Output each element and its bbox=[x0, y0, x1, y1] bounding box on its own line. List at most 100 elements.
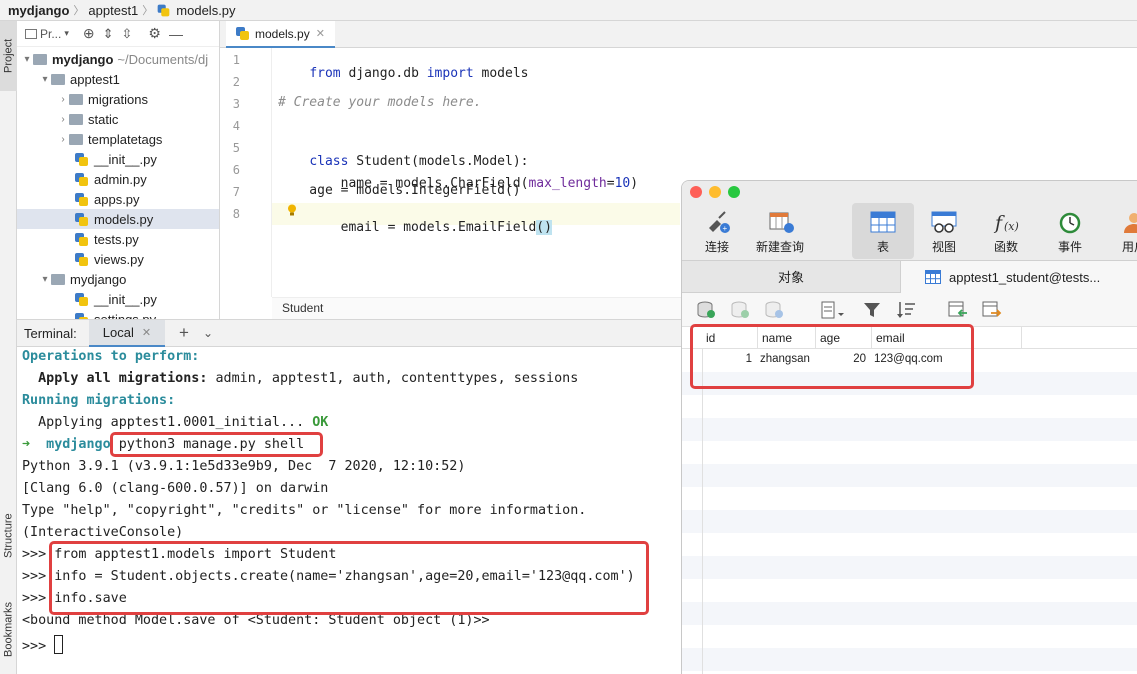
toolbar-button-function[interactable]: f (x) 函数 bbox=[978, 203, 1034, 259]
import-icon[interactable] bbox=[948, 301, 968, 319]
prompt-dir: mydjango bbox=[30, 437, 111, 452]
tree-item-label: tests.py bbox=[94, 231, 139, 247]
python-file-icon bbox=[75, 252, 88, 266]
tree-folder-item[interactable]: ▾ mydjango ~/Documents/dj bbox=[17, 49, 219, 69]
tree-file-item[interactable]: __init__.py bbox=[17, 289, 219, 309]
structure-breadcrumb[interactable]: Student bbox=[282, 301, 323, 315]
filter-icon[interactable] bbox=[862, 301, 882, 319]
table-row[interactable] bbox=[682, 464, 1137, 487]
project-view-selector[interactable]: Pr... ▾ bbox=[25, 27, 69, 41]
line-number: 5 bbox=[232, 141, 240, 155]
tree-folder-item[interactable]: › migrations bbox=[17, 89, 219, 109]
chevron-icon[interactable]: › bbox=[57, 134, 69, 145]
breadcrumb-app[interactable]: apptest1 bbox=[88, 3, 138, 18]
project-panel: Pr... ▾ ⊕ ⇕ ⇳ ⚙ — ▾ mydjango ~/Documents/d… bbox=[17, 21, 220, 319]
code-line-8: email = models.EmailField() bbox=[278, 205, 552, 250]
number: 10 bbox=[614, 176, 631, 191]
terminal-label: Terminal: bbox=[24, 325, 77, 341]
terminal-line: >>> bbox=[22, 635, 64, 654]
chevron-icon[interactable]: › bbox=[57, 94, 69, 105]
tab-models-py[interactable]: models.py ✕ bbox=[226, 21, 335, 48]
gear-icon[interactable]: ⚙ bbox=[148, 25, 161, 42]
tab-objects[interactable]: 对象 bbox=[682, 261, 900, 292]
tree-file-item[interactable]: settings.py bbox=[17, 309, 219, 319]
toolbar-button-view[interactable]: 视图 bbox=[916, 203, 972, 259]
text-view-icon[interactable] bbox=[820, 301, 846, 319]
rollback-icon[interactable] bbox=[764, 301, 784, 319]
commit-icon[interactable] bbox=[730, 301, 750, 319]
minimize-window-icon[interactable] bbox=[709, 186, 721, 198]
terminal-line: Apply all migrations: admin, apptest1, a… bbox=[22, 371, 578, 386]
toolbar-button-clock[interactable]: 事件 bbox=[1042, 203, 1098, 259]
navicat-window: + 连接 新建查询 表 视图 f(x) 函数 事件 用户 对象 apptest1_student… bbox=[681, 180, 1137, 674]
tree-folder-item[interactable]: › templatetags bbox=[17, 129, 219, 149]
close-window-icon[interactable] bbox=[690, 186, 702, 198]
lightbulb-icon[interactable] bbox=[287, 204, 297, 216]
annotation-box bbox=[110, 432, 323, 457]
collapse-all-icon[interactable]: ⇳ bbox=[122, 26, 133, 42]
project-tool-tab[interactable]: Project bbox=[0, 21, 17, 91]
tree-folder-item[interactable]: ▾ mydjango bbox=[17, 269, 219, 289]
table-row[interactable] bbox=[682, 533, 1137, 556]
python-file-icon bbox=[157, 4, 170, 16]
breadcrumb-file[interactable]: models.py bbox=[176, 3, 235, 18]
tab-local[interactable]: Local ✕ bbox=[88, 319, 166, 347]
sort-icon[interactable] bbox=[896, 301, 916, 319]
expand-all-icon[interactable]: ⇕ bbox=[103, 26, 114, 42]
tree-file-item[interactable]: admin.py bbox=[17, 169, 219, 189]
table-row[interactable] bbox=[682, 602, 1137, 625]
code-editor[interactable]: from django.db import models # Create yo… bbox=[278, 48, 678, 297]
tree-file-item[interactable]: models.py bbox=[17, 209, 219, 229]
structure-tool-tab[interactable]: Structure bbox=[0, 501, 17, 571]
close-icon[interactable]: ✕ bbox=[142, 326, 151, 339]
chevron-down-icon[interactable]: ⌄ bbox=[203, 326, 213, 340]
tree-file-item[interactable]: views.py bbox=[17, 249, 219, 269]
user-icon bbox=[1120, 210, 1137, 234]
terminal-line: Type "help", "copyright", "credits" or "… bbox=[22, 503, 587, 518]
chevron-icon[interactable]: › bbox=[57, 114, 69, 125]
table-row[interactable] bbox=[682, 510, 1137, 533]
table-row[interactable] bbox=[682, 487, 1137, 510]
table-row[interactable] bbox=[682, 556, 1137, 579]
terminal-output[interactable]: Operations to perform: Apply all migrati… bbox=[17, 347, 682, 674]
tree-folder-item[interactable]: › static bbox=[17, 109, 219, 129]
bookmarks-tool-tab[interactable]: Bookmarks bbox=[0, 589, 17, 669]
toolbar-button-table[interactable]: 表 bbox=[852, 203, 914, 259]
tree-file-item[interactable]: __init__.py bbox=[17, 149, 219, 169]
table-row[interactable] bbox=[682, 625, 1137, 648]
toolbar-button-new-query[interactable]: 新建查询 bbox=[752, 203, 808, 259]
chevron-icon[interactable]: ▾ bbox=[21, 54, 33, 65]
table-row[interactable] bbox=[682, 579, 1137, 602]
chevron-icon[interactable]: ▾ bbox=[39, 74, 51, 85]
code-line-1: from django.db import models bbox=[278, 51, 528, 96]
breadcrumb-project[interactable]: mydjango bbox=[8, 3, 69, 18]
hide-icon[interactable]: — bbox=[169, 26, 183, 42]
tab-table-data[interactable]: apptest1_student@tests... bbox=[900, 261, 1137, 293]
toolbar-label: 函数 bbox=[993, 240, 1018, 254]
table-icon bbox=[925, 270, 941, 284]
begin-transaction-icon[interactable] bbox=[696, 301, 716, 319]
chevron-icon[interactable]: ▾ bbox=[39, 274, 51, 285]
locate-icon[interactable]: ⊕ bbox=[83, 25, 95, 42]
table-row[interactable] bbox=[682, 418, 1137, 441]
export-icon[interactable] bbox=[982, 301, 1002, 319]
table-row[interactable] bbox=[682, 441, 1137, 464]
tree-file-item[interactable]: tests.py bbox=[17, 229, 219, 249]
plug-icon: + bbox=[703, 210, 731, 234]
terminal-line: Applying apptest1.0001_initial... OK bbox=[22, 415, 328, 430]
bookmarks-tab-label: Bookmarks bbox=[2, 601, 15, 657]
tree-file-item[interactable]: apps.py bbox=[17, 189, 219, 209]
table-row[interactable] bbox=[682, 395, 1137, 418]
maximize-window-icon[interactable] bbox=[728, 186, 740, 198]
window-titlebar bbox=[682, 181, 1137, 203]
tree-folder-item[interactable]: ▾ apptest1 bbox=[17, 69, 219, 89]
table-row[interactable] bbox=[682, 648, 1137, 671]
toolbar-button-user[interactable]: 用户 bbox=[1106, 203, 1137, 259]
add-tab-icon[interactable]: + bbox=[179, 323, 189, 343]
terminal-line: (InteractiveConsole) bbox=[22, 525, 184, 540]
code-line-7: age = models.IntegerField() bbox=[278, 183, 521, 198]
close-icon[interactable]: ✕ bbox=[316, 27, 325, 40]
tree-item-label: apps.py bbox=[94, 191, 140, 207]
table-icon bbox=[869, 210, 897, 234]
toolbar-button-plug[interactable]: + 连接 bbox=[689, 203, 745, 259]
